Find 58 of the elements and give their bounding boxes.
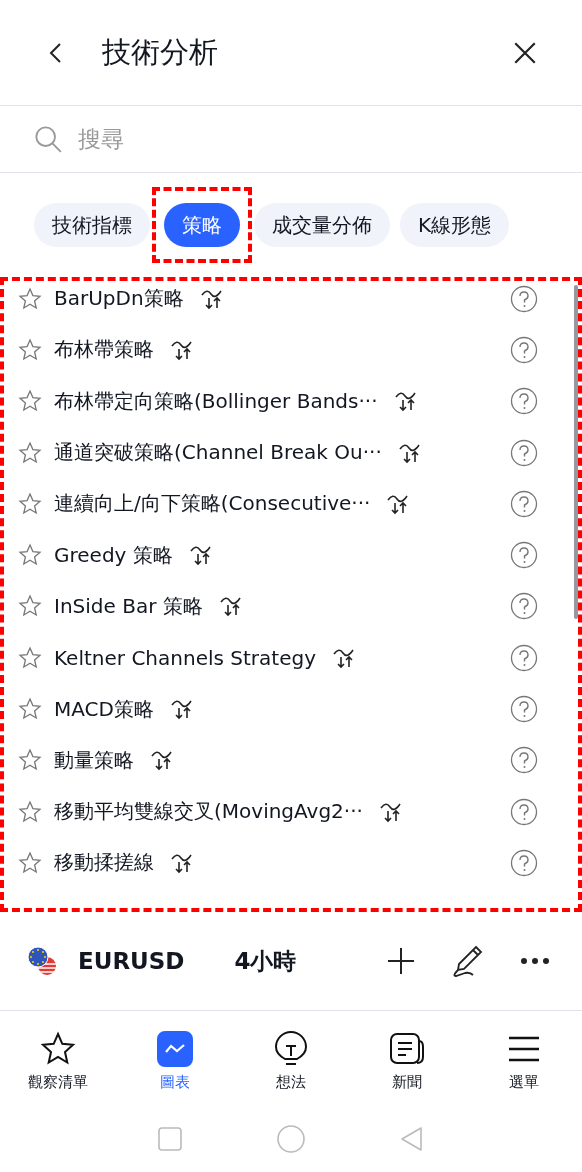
strategy-name[interactable]: 連續向上/向下策略(Consecutive··· bbox=[54, 490, 371, 518]
category-chip[interactable]: K線形態 bbox=[400, 203, 510, 247]
help-icon[interactable] bbox=[510, 746, 538, 775]
symbol-name[interactable]: EURUSD bbox=[78, 948, 185, 974]
strategy-name[interactable]: 移動揉搓線 bbox=[54, 849, 154, 877]
star-icon[interactable] bbox=[18, 389, 42, 414]
nav-tab[interactable]: 新聞 bbox=[357, 1030, 458, 1092]
star-icon[interactable] bbox=[18, 440, 42, 465]
help-icon[interactable] bbox=[510, 592, 538, 621]
star-icon bbox=[40, 1030, 77, 1067]
plus-icon[interactable] bbox=[386, 946, 416, 976]
help-icon[interactable] bbox=[510, 284, 538, 313]
help-icon[interactable] bbox=[510, 695, 538, 723]
nav-tab[interactable]: 圖表 bbox=[124, 1030, 225, 1092]
strategy-name[interactable]: 布林帶定向策略(Bollinger Bands··· bbox=[54, 387, 378, 415]
strategy-name[interactable]: 移動平均雙線交叉(MovingAvg2··· bbox=[54, 798, 363, 826]
star-icon[interactable] bbox=[18, 337, 42, 362]
lightbulb-icon bbox=[272, 1030, 309, 1067]
category-chip[interactable]: 成交量分佈 bbox=[254, 203, 390, 247]
scrollbar[interactable] bbox=[574, 285, 578, 619]
help-icon[interactable] bbox=[510, 438, 538, 467]
strategy-name[interactable]: 通道突破策略(Channel Break Ou··· bbox=[54, 439, 382, 467]
star-icon[interactable] bbox=[18, 850, 42, 875]
flag-icon bbox=[26, 945, 58, 977]
star-icon[interactable] bbox=[18, 645, 42, 670]
search-icon bbox=[34, 125, 62, 153]
help-icon[interactable] bbox=[510, 541, 538, 570]
strategy-name[interactable]: Greedy 策略 bbox=[54, 541, 173, 569]
strategy-name[interactable]: Keltner Channels Strategy bbox=[54, 645, 316, 670]
more-icon[interactable] bbox=[520, 957, 550, 965]
help-icon[interactable] bbox=[510, 797, 538, 826]
strategy-name[interactable]: MACD策略 bbox=[54, 695, 154, 723]
strategy-name[interactable]: 動量策略 bbox=[54, 746, 134, 774]
page-title: 技術分析 bbox=[102, 33, 218, 71]
chart-icon bbox=[156, 1030, 193, 1067]
interval-label[interactable]: 4小時 bbox=[234, 945, 297, 977]
help-icon[interactable] bbox=[510, 643, 538, 672]
star-icon[interactable] bbox=[18, 543, 42, 568]
strategy-name[interactable]: BarUpDn策略 bbox=[54, 285, 184, 313]
category-chip[interactable]: 技術指標 bbox=[34, 203, 150, 247]
star-icon[interactable] bbox=[18, 491, 42, 516]
newspaper-icon bbox=[389, 1030, 426, 1067]
strategy-name[interactable]: 布林帶策略 bbox=[54, 336, 154, 364]
help-icon[interactable] bbox=[510, 848, 538, 877]
help-icon[interactable] bbox=[510, 489, 538, 518]
star-icon[interactable] bbox=[18, 286, 42, 311]
star-icon[interactable] bbox=[18, 697, 42, 721]
star-icon[interactable] bbox=[18, 799, 42, 824]
nav-tab[interactable]: 選單 bbox=[473, 1030, 574, 1092]
star-icon[interactable] bbox=[18, 748, 42, 773]
nav-tab[interactable]: 觀察清單 bbox=[8, 1030, 109, 1092]
search-field[interactable]: 搜尋 bbox=[76, 125, 380, 153]
help-icon[interactable] bbox=[510, 387, 538, 416]
category-chip[interactable]: 策略 bbox=[164, 203, 240, 247]
nav-tab[interactable]: 想法 bbox=[240, 1030, 341, 1092]
strategy-name[interactable]: InSide Bar 策略 bbox=[54, 592, 203, 620]
help-icon[interactable] bbox=[510, 335, 538, 364]
star-icon[interactable] bbox=[18, 594, 42, 619]
